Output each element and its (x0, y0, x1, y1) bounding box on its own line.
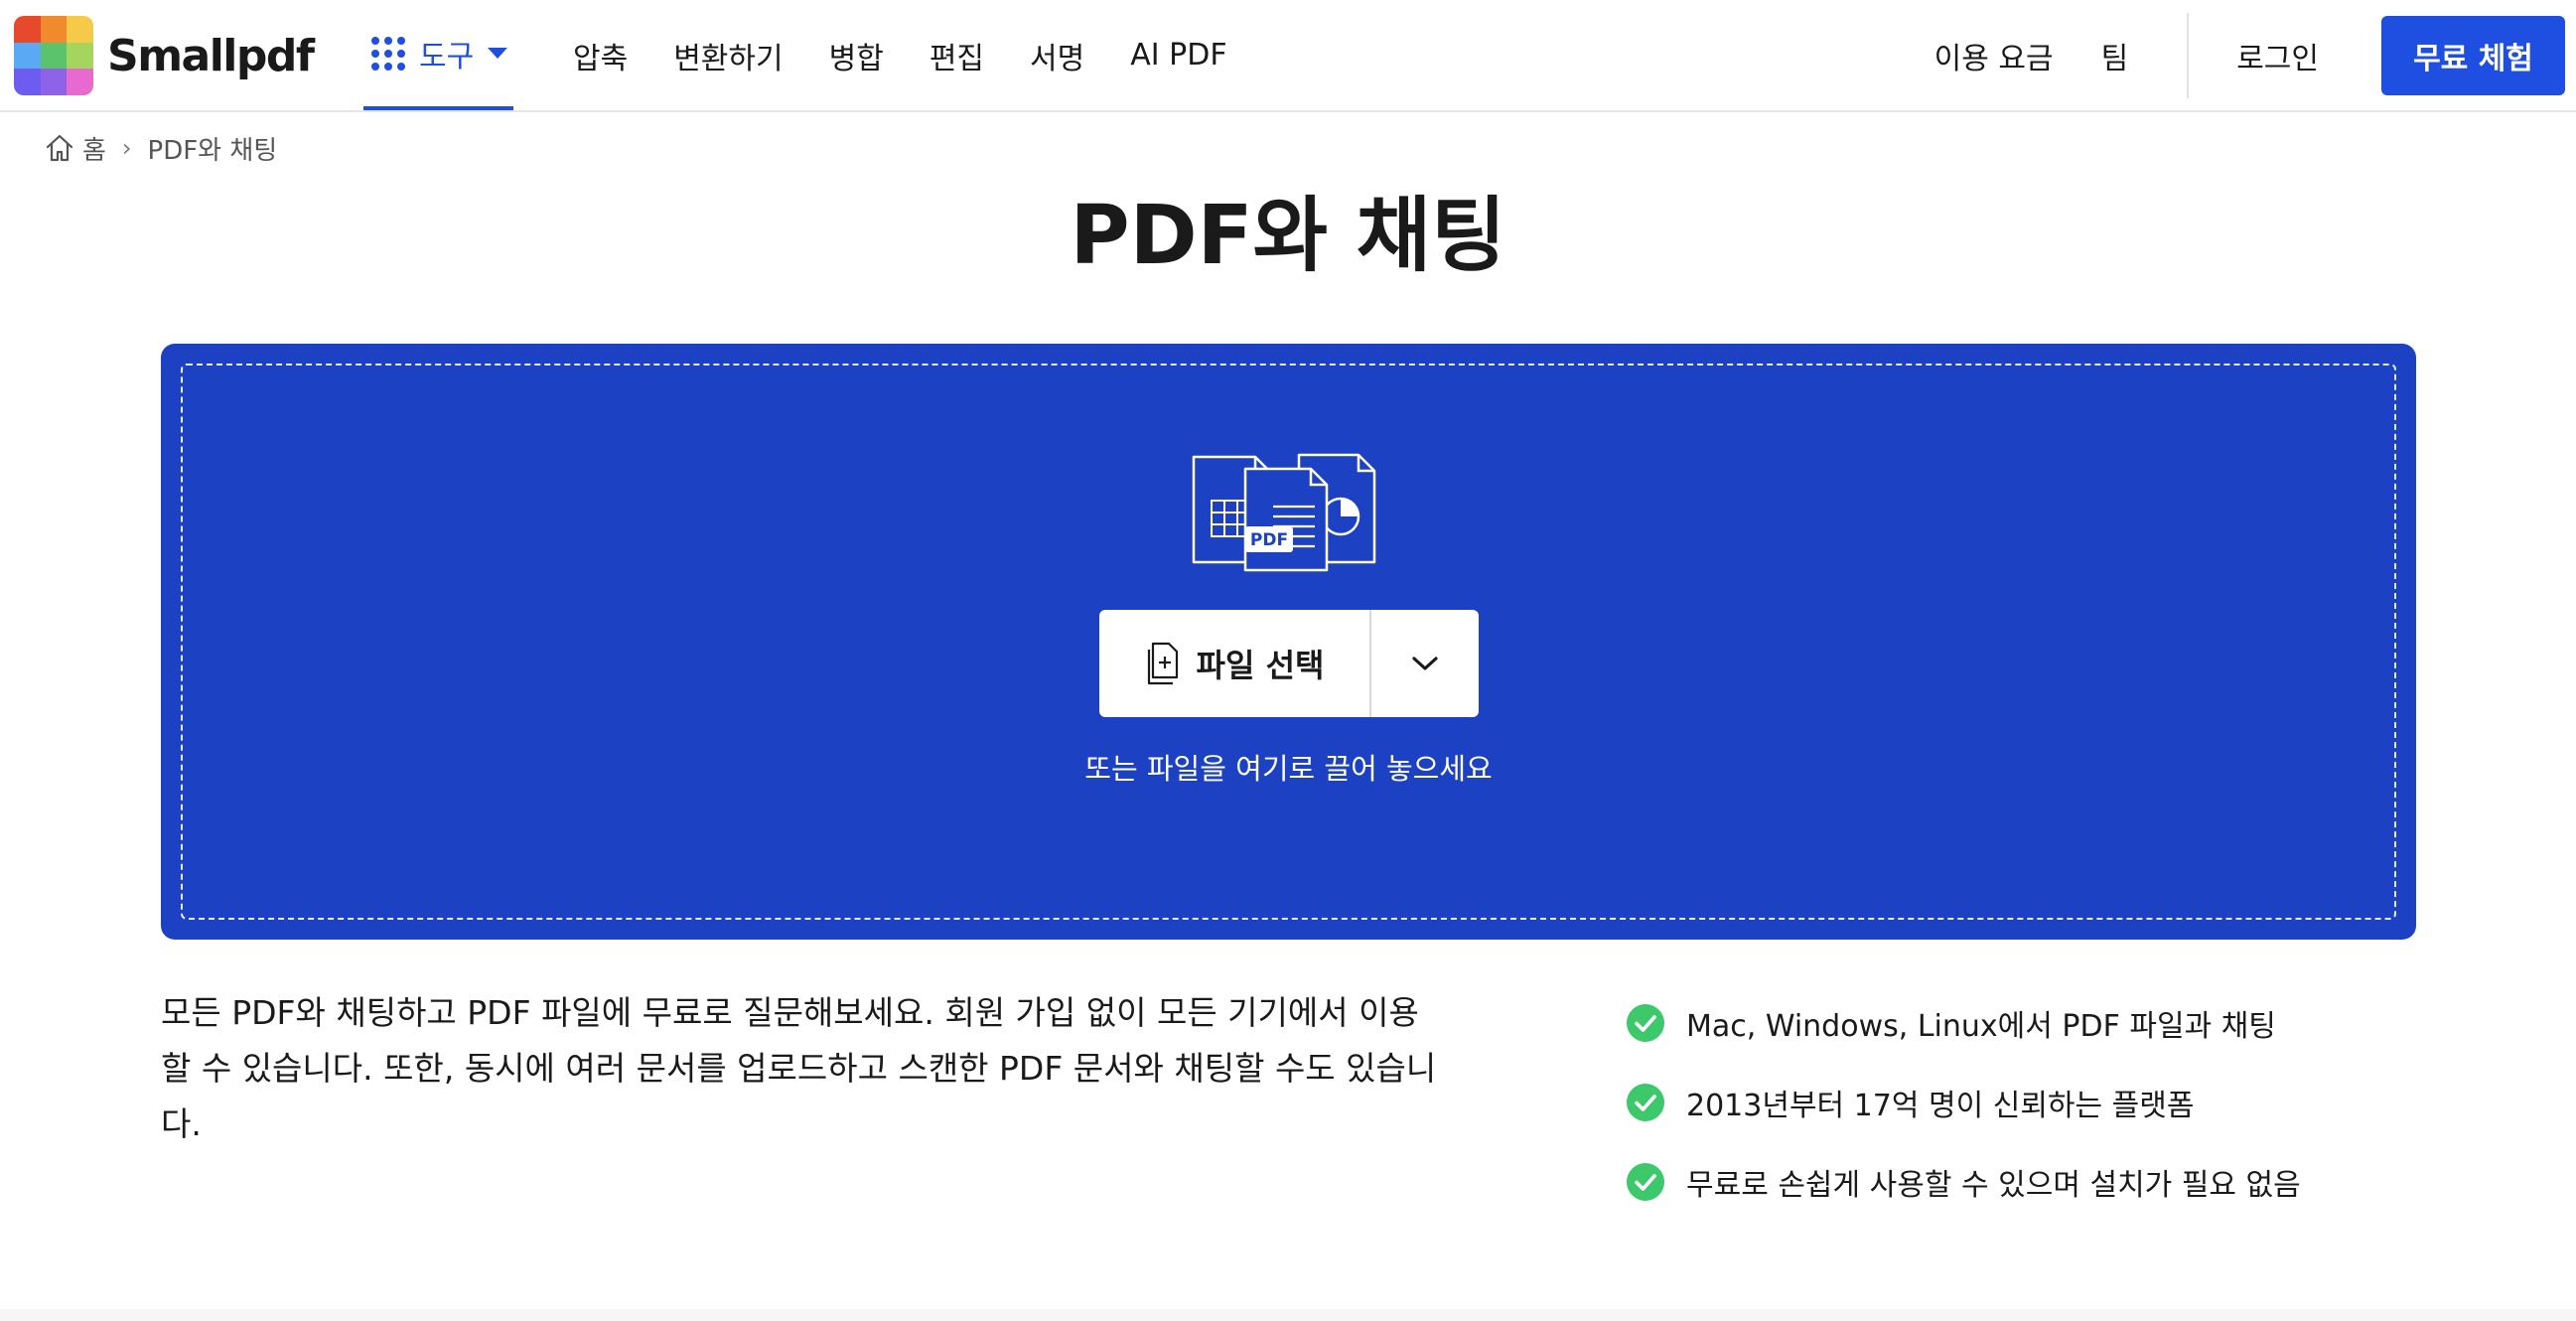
page-title: PDF와 채팅 (1070, 189, 1506, 283)
choose-file-button[interactable]: 파일 선택 (1099, 610, 1371, 717)
nav-item-pricing[interactable]: 이용 요금 (1934, 34, 2054, 77)
smallpdf-logo[interactable]: Smallpdf (14, 15, 315, 96)
page-bottom-edge (0, 1309, 2576, 1321)
file-stack-icon: PDF (1192, 453, 1376, 572)
tool-description: 모든 PDF와 채팅하고 PDF 파일에 무료로 질문해보세요. 회원 가입 없… (161, 993, 1437, 1143)
top-nav-bar: Smallpdf 도구 압축 변환하기 병합 편집 서명 AI PDF 이용 요… (0, 0, 2576, 112)
tools-menu-label: 도구 (419, 39, 475, 74)
account-nav: 이용 요금 팀 로그인 무료 체험 (1934, 0, 2576, 110)
check-circle-icon (1627, 1163, 1664, 1201)
check-circle-icon (1627, 1004, 1664, 1042)
free-trial-button[interactable]: 무료 체험 (2381, 15, 2565, 95)
feature-item: 2013년부터 17억 명이 신뢰하는 플랫폼 (1627, 1063, 2301, 1142)
file-add-icon (1147, 642, 1178, 685)
file-dropzone[interactable]: PDF 파일 선택 또는 파일을 여기로 끌어 놓으세요 (161, 344, 2416, 940)
nav-item-team[interactable]: 팀 (2101, 34, 2129, 77)
nav-divider (2187, 12, 2190, 98)
feature-text: 2013년부터 17억 명이 신뢰하는 플랫폼 (1686, 1089, 2195, 1123)
feature-item: Mac, Windows, Linux에서 PDF 파일과 채팅 (1627, 983, 2301, 1063)
breadcrumb-current: PDF와 채팅 (147, 135, 278, 166)
drop-hint-text: 또는 파일을 여기로 끌어 놓으세요 (1084, 752, 1493, 786)
feature-item: 무료로 손쉽게 사용할 수 있으며 설치가 필요 없음 (1627, 1142, 2301, 1222)
login-link[interactable]: 로그인 (2236, 34, 2319, 77)
nav-item-sign[interactable]: 서명 (1030, 34, 1084, 77)
feature-text: Mac, Windows, Linux에서 PDF 파일과 채팅 (1686, 1009, 2276, 1044)
nav-item-merge[interactable]: 병합 (829, 34, 884, 77)
nav-item-ai-pdf[interactable]: AI PDF (1130, 38, 1226, 73)
breadcrumb-home[interactable]: 홈 (82, 130, 106, 167)
main-nav: 압축 변환하기 병합 편집 서명 AI PDF (552, 0, 1250, 110)
nav-item-compress[interactable]: 압축 (573, 34, 628, 77)
choose-file-group: 파일 선택 (1099, 610, 1479, 717)
tools-menu-button[interactable]: 도구 (363, 0, 513, 110)
pdf-badge-text: PDF (1250, 530, 1288, 550)
nav-item-edit[interactable]: 편집 (930, 34, 984, 77)
upload-source-dropdown[interactable] (1371, 610, 1479, 717)
caret-down-icon (488, 48, 508, 59)
breadcrumb: 홈 › PDF와 채팅 (45, 127, 277, 169)
feature-text: 무료로 손쉽게 사용할 수 있으며 설치가 필요 없음 (1686, 1168, 2301, 1203)
home-icon[interactable] (45, 133, 74, 163)
check-circle-icon (1627, 1084, 1664, 1121)
logo-text: Smallpdf (107, 30, 315, 81)
nav-item-convert[interactable]: 변환하기 (673, 34, 783, 77)
breadcrumb-separator: › (121, 134, 132, 162)
chevron-down-icon (1412, 657, 1438, 670)
choose-file-label: 파일 선택 (1196, 647, 1325, 684)
feature-list: Mac, Windows, Linux에서 PDF 파일과 채팅 2013년부터… (1627, 983, 2301, 1222)
logo-mark-icon (14, 16, 93, 95)
grid-icon (371, 36, 405, 71)
